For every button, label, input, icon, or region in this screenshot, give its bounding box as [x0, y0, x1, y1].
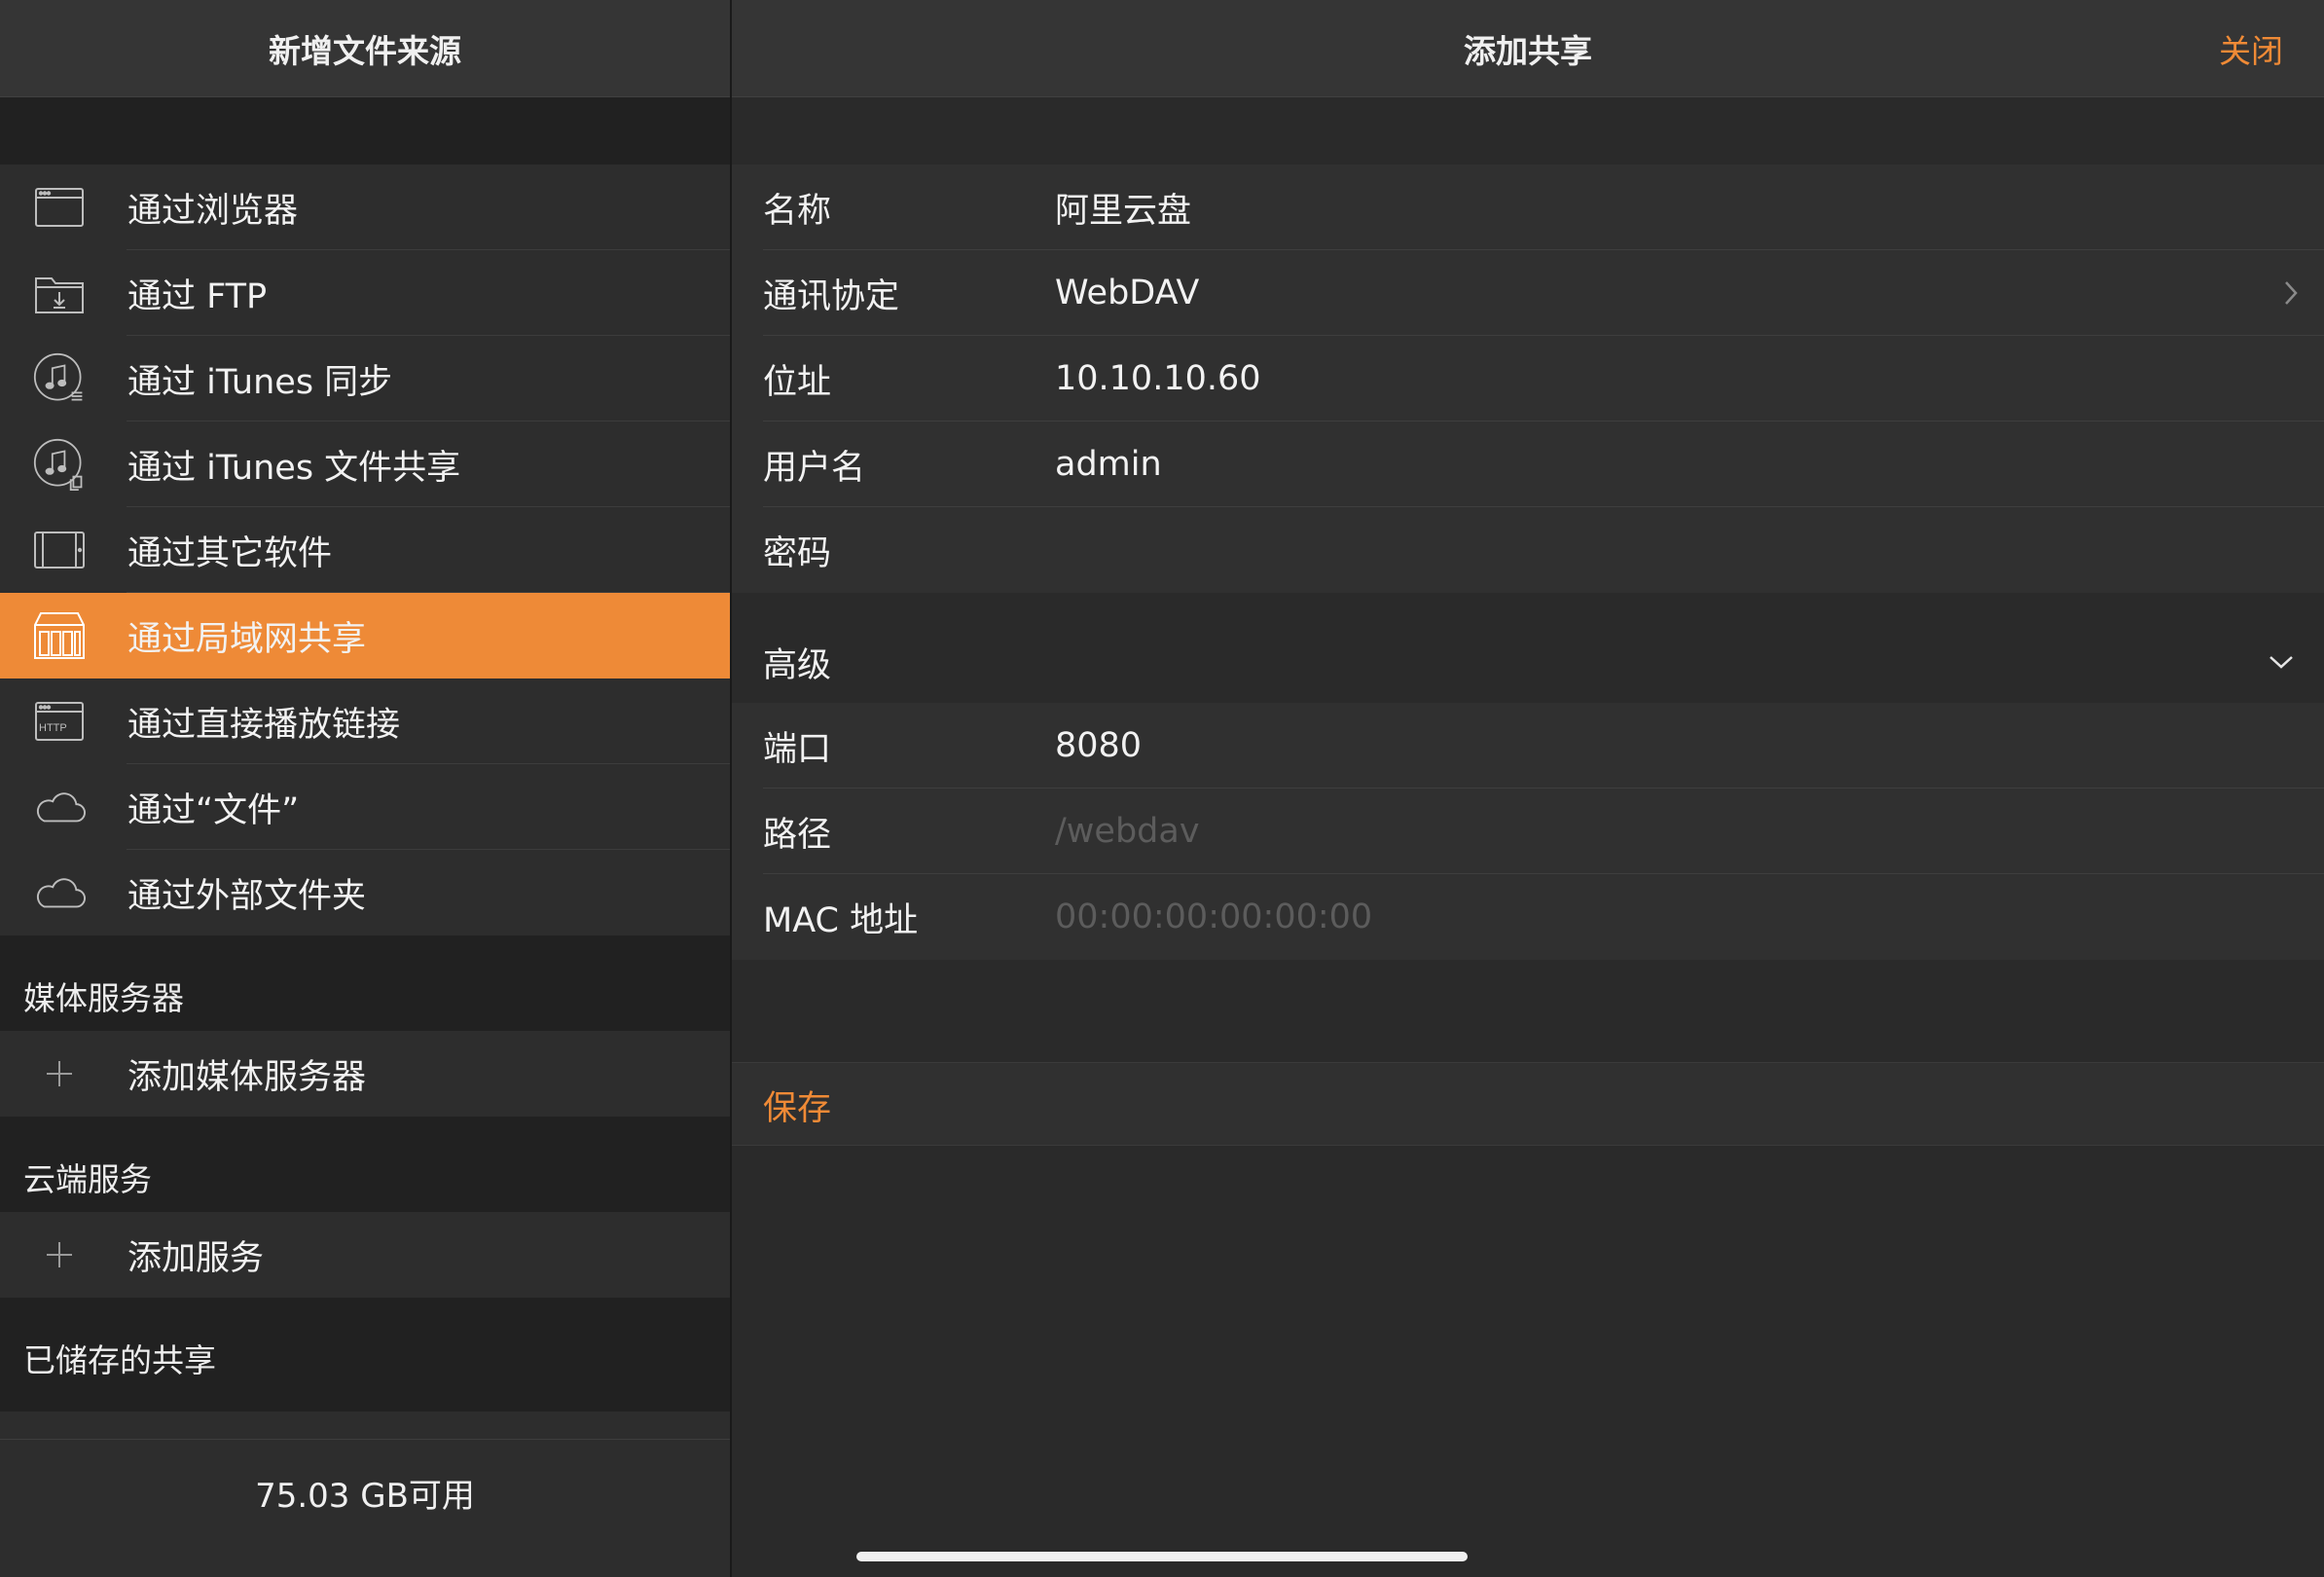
- plus-icon: [33, 1229, 86, 1281]
- password-label: 密码: [763, 533, 832, 573]
- source-item-label: 通过直接播放链接: [127, 705, 401, 745]
- protocol-label: 通讯协定: [763, 276, 900, 316]
- address-label: 位址: [763, 362, 832, 402]
- saved-share-item-partial[interactable]: [0, 1412, 730, 1441]
- source-sidebar: 新增文件来源 通过浏览器 通过 FTP 通过 iTunes 同步 通过 iTun…: [0, 0, 730, 1577]
- path-field[interactable]: 路径 /webdav: [732, 788, 2324, 874]
- source-item-label: 通过其它软件: [127, 533, 333, 573]
- advanced-label: 高级: [763, 645, 832, 685]
- name-field[interactable]: 名称 阿里云盘: [732, 165, 2324, 250]
- source-item-direct-link[interactable]: HTTP 通过直接播放链接: [0, 678, 730, 764]
- media-servers-section-title: 媒体服务器: [0, 935, 730, 1031]
- address-field[interactable]: 位址 10.10.10.60: [732, 336, 2324, 422]
- username-label: 用户名: [763, 448, 866, 488]
- source-item-label: 通过局域网共享: [127, 619, 367, 659]
- username-field[interactable]: 用户名 admin: [732, 422, 2324, 507]
- add-service-button[interactable]: 添加服务: [0, 1212, 730, 1298]
- source-item-other-apps[interactable]: 通过其它软件: [0, 507, 730, 593]
- itunes-file-share-icon: [33, 438, 86, 491]
- protocol-field[interactable]: 通讯协定 WebDAV: [732, 250, 2324, 336]
- cloud-services-section-title: 云端服务: [0, 1117, 730, 1212]
- home-indicator[interactable]: [856, 1552, 1468, 1561]
- add-service-label: 添加服务: [127, 1238, 265, 1278]
- panel-header: 添加共享 关闭: [732, 0, 2324, 97]
- source-item-browser[interactable]: 通过浏览器: [0, 165, 730, 250]
- cloud-icon: [33, 781, 86, 833]
- source-list: 通过浏览器 通过 FTP 通过 iTunes 同步 通过 iTunes 文件共享…: [0, 165, 730, 1393]
- app-window: 新增文件来源 通过浏览器 通过 FTP 通过 iTunes 同步 通过 iTun…: [0, 0, 2324, 1577]
- folder-download-icon: [33, 267, 86, 319]
- advanced-section-toggle[interactable]: 高级: [732, 621, 2324, 703]
- add-media-server-label: 添加媒体服务器: [127, 1057, 367, 1097]
- username-value[interactable]: admin: [1055, 422, 1162, 507]
- port-label: 端口: [763, 729, 832, 769]
- path-input[interactable]: /webdav: [1055, 788, 1200, 874]
- itunes-sync-icon: [33, 352, 86, 405]
- mac-address-input[interactable]: 00:00:00:00:00:00: [1055, 874, 1372, 960]
- mac-address-field[interactable]: MAC 地址 00:00:00:00:00:00: [732, 874, 2324, 960]
- close-button[interactable]: 关闭: [2219, 0, 2283, 97]
- storage-available-status: 75.03 GB可用: [0, 1439, 730, 1577]
- source-item-label: 通过浏览器: [127, 191, 299, 231]
- source-item-ftp[interactable]: 通过 FTP: [0, 250, 730, 336]
- address-value[interactable]: 10.10.10.60: [1055, 336, 1261, 422]
- panel-title: 添加共享: [1464, 32, 1592, 70]
- source-item-lan-share[interactable]: 通过局域网共享: [0, 593, 730, 678]
- tablet-icon: [33, 524, 86, 576]
- save-button[interactable]: 保存: [763, 1063, 831, 1147]
- source-item-external-folder[interactable]: 通过外部文件夹: [0, 850, 730, 935]
- sidebar-title: 新增文件来源: [0, 0, 730, 97]
- saved-shares-section-title: 已储存的共享: [0, 1298, 730, 1393]
- source-item-label: 通过 FTP: [127, 276, 268, 316]
- svg-text:HTTP: HTTP: [39, 722, 67, 734]
- nas-server-icon: [33, 609, 86, 662]
- save-row: 保存: [732, 1062, 2324, 1146]
- add-media-server-button[interactable]: 添加媒体服务器: [0, 1031, 730, 1117]
- cloud-icon: [33, 866, 86, 919]
- source-item-label: 通过“文件”: [127, 790, 300, 830]
- chevron-right-icon: [2283, 250, 2299, 336]
- protocol-value: WebDAV: [1055, 274, 1200, 312]
- name-value[interactable]: 阿里云盘: [1055, 165, 1191, 250]
- source-item-label: 通过外部文件夹: [127, 876, 367, 916]
- port-field[interactable]: 端口 8080: [732, 703, 2324, 788]
- http-window-icon: HTTP: [33, 695, 86, 748]
- path-label: 路径: [763, 815, 832, 855]
- port-value[interactable]: 8080: [1055, 703, 1142, 788]
- source-item-files[interactable]: 通过“文件”: [0, 764, 730, 850]
- source-item-label: 通过 iTunes 同步: [127, 362, 393, 402]
- plus-icon: [33, 1047, 86, 1100]
- chevron-down-icon: [2268, 621, 2295, 703]
- password-field[interactable]: 密码: [732, 507, 2324, 593]
- source-item-label: 通过 iTunes 文件共享: [127, 448, 461, 488]
- mac-address-label: MAC 地址: [763, 900, 919, 940]
- name-label: 名称: [763, 191, 832, 231]
- add-share-panel: 添加共享 关闭 名称 阿里云盘 通讯协定 WebDAV 位址 10.10.10.…: [732, 0, 2324, 1577]
- browser-window-icon: [33, 181, 86, 234]
- source-item-itunes-sync[interactable]: 通过 iTunes 同步: [0, 336, 730, 422]
- source-item-itunes-file-share[interactable]: 通过 iTunes 文件共享: [0, 422, 730, 507]
